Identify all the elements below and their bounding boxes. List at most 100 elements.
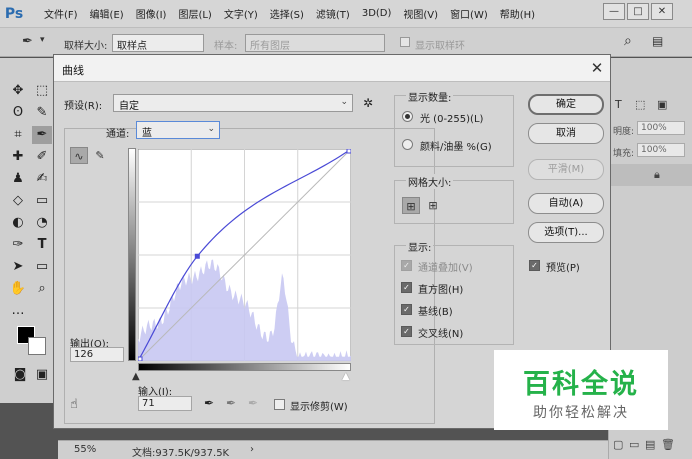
target-adjust-hand-icon[interactable]: ☝: [70, 397, 78, 412]
menu-type[interactable]: 文字(Y): [218, 6, 264, 21]
hand-tool-icon[interactable]: ✋: [8, 280, 28, 298]
light-radio[interactable]: [402, 111, 413, 122]
watermark-subtitle: 助你轻松解决: [533, 405, 629, 421]
smart-filter-icon[interactable]: ▣: [657, 98, 667, 111]
show-ring-checkbox[interactable]: [400, 37, 410, 47]
search-icon[interactable]: ⌕: [624, 33, 632, 49]
history-brush-icon[interactable]: ✍: [32, 170, 52, 188]
gradient-tool-icon[interactable]: ▭: [32, 192, 52, 210]
dialog-close-button[interactable]: ✕: [588, 58, 606, 78]
menu-layer[interactable]: 图层(L): [172, 6, 217, 21]
auto-button[interactable]: 自动(A): [528, 193, 604, 214]
maximize-button[interactable]: □: [627, 3, 649, 20]
show-amount-title: 显示数量:: [406, 89, 454, 104]
eyedropper-tool-icon[interactable]: ✒: [22, 34, 33, 49]
curve-control-point[interactable]: [346, 149, 351, 154]
menu-3d[interactable]: 3D(D): [356, 8, 398, 19]
more-tools-icon[interactable]: …: [8, 302, 28, 320]
draw-curve-pencil-icon[interactable]: ✎: [91, 147, 109, 164]
gray-eyedropper-icon[interactable]: ✒: [226, 396, 236, 410]
tool-preset-dropdown-icon[interactable]: ▾: [40, 35, 45, 45]
show-amount-group: [394, 95, 514, 167]
curve-control-point[interactable]: [138, 356, 143, 361]
blur-tool-icon[interactable]: ◐: [8, 214, 28, 232]
sample-size-select[interactable]: 取样点: [112, 34, 204, 52]
opacity-field[interactable]: 100%: [637, 121, 685, 135]
intersection-label: 交叉线(N): [418, 329, 464, 340]
preset-select[interactable]: 自定 ⌄: [113, 94, 353, 112]
fill-field[interactable]: 100%: [637, 143, 685, 157]
black-point-slider-icon[interactable]: ▲: [132, 371, 140, 382]
menu-help[interactable]: 帮助(H): [494, 6, 541, 21]
fine-grid-icon[interactable]: ⊞: [424, 197, 442, 214]
opacity-label: 明度:: [613, 127, 635, 137]
menu-image[interactable]: 图像(I): [130, 6, 173, 21]
input-field[interactable]: 71: [138, 396, 192, 411]
rectangle-tool-icon[interactable]: ▭: [32, 258, 52, 276]
coarse-grid-icon[interactable]: ⊞: [402, 197, 420, 214]
menu-select[interactable]: 选择(S): [264, 6, 310, 21]
menu-window[interactable]: 窗口(W): [444, 6, 494, 21]
zoom-level[interactable]: 55%: [74, 444, 96, 455]
window-close-button[interactable]: ✕: [651, 3, 673, 20]
lasso-tool-icon[interactable]: ʘ: [8, 104, 28, 122]
baseline-checkbox[interactable]: ✓: [401, 304, 412, 315]
brush-tool-icon[interactable]: ✐: [32, 148, 52, 166]
menu-edit[interactable]: 编辑(E): [84, 6, 130, 21]
pen-tool-icon[interactable]: ✑: [8, 236, 28, 254]
curves-graph[interactable]: [138, 149, 351, 361]
pigment-radio[interactable]: [402, 139, 413, 150]
quick-mask-icon[interactable]: ◙: [10, 366, 30, 384]
cancel-button[interactable]: 取消: [528, 123, 604, 144]
sample-select[interactable]: 所有图层: [245, 34, 385, 52]
move-tool-icon[interactable]: ✥: [8, 82, 28, 100]
quick-select-tool-icon[interactable]: ✎: [32, 104, 52, 122]
menu-filter[interactable]: 滤镜(T): [310, 6, 356, 21]
menu-file[interactable]: 文件(F): [38, 6, 84, 21]
eraser-tool-icon[interactable]: ◇: [8, 192, 28, 210]
white-point-slider-icon[interactable]: ▲: [342, 371, 350, 382]
channel-select[interactable]: 蓝 ⌄: [136, 121, 220, 139]
zoom-tool-icon[interactable]: ⌕: [32, 280, 52, 298]
status-menu-arrow-icon[interactable]: ›: [250, 444, 254, 455]
shape-filter-icon[interactable]: ⬚: [635, 98, 645, 111]
sample-label: 样本:: [214, 41, 238, 52]
layer-style-icon[interactable]: ▤: [645, 438, 655, 451]
show-clipping-checkbox[interactable]: [274, 399, 285, 410]
black-eyedropper-icon[interactable]: ✒: [204, 396, 214, 410]
menu-view[interactable]: 视图(V): [397, 6, 444, 21]
curve-edit-points-icon[interactable]: ∿: [70, 147, 88, 164]
crop-tool-icon[interactable]: ⌗: [8, 126, 28, 144]
stamp-tool-icon[interactable]: ♟: [8, 170, 28, 188]
output-field[interactable]: 126: [70, 347, 124, 362]
histogram-checkbox[interactable]: ✓: [401, 282, 412, 293]
group-icon[interactable]: ▭: [629, 438, 639, 451]
options-button[interactable]: 选项(T)...: [528, 222, 604, 243]
minimize-button[interactable]: —: [603, 3, 625, 20]
dodge-tool-icon[interactable]: ◔: [32, 214, 52, 232]
channel-overlay-checkbox[interactable]: ✓: [401, 260, 412, 271]
trash-icon[interactable]: 🗑︎: [661, 438, 675, 451]
workspace-icon[interactable]: ▤: [652, 34, 663, 48]
eyedropper-icon[interactable]: ✒: [32, 126, 52, 144]
curve-control-point[interactable]: [194, 253, 200, 259]
marquee-tool-icon[interactable]: ⬚: [32, 82, 52, 100]
intersection-checkbox[interactable]: ✓: [401, 326, 412, 337]
white-eyedropper-icon[interactable]: ✒: [248, 396, 258, 410]
healing-brush-icon[interactable]: ✚: [8, 148, 28, 166]
light-label: 光 (0-255)(L): [420, 114, 484, 125]
display-title: 显示:: [406, 239, 434, 254]
layer-row[interactable]: 🔒︎: [609, 164, 692, 186]
type-tool-icon[interactable]: T: [32, 236, 52, 254]
ok-button[interactable]: 确定: [528, 94, 604, 115]
preview-checkbox[interactable]: ✓: [529, 260, 540, 271]
grid-size-title: 网格大小:: [406, 174, 454, 189]
preset-options-gear-icon[interactable]: ✲: [363, 96, 373, 110]
screen-mode-icon[interactable]: ▣: [32, 366, 52, 384]
path-select-icon[interactable]: ➤: [8, 258, 28, 276]
smooth-button[interactable]: 平滑(M): [528, 159, 604, 180]
background-color-swatch[interactable]: [28, 337, 46, 355]
options-bar: ✒ ▾ 取样大小: 取样点 样本: 所有图层 显示取样环 ⌕ ▤: [0, 27, 692, 57]
type-filter-icon[interactable]: T: [615, 98, 622, 111]
new-layer-icon[interactable]: ▢: [613, 438, 623, 451]
